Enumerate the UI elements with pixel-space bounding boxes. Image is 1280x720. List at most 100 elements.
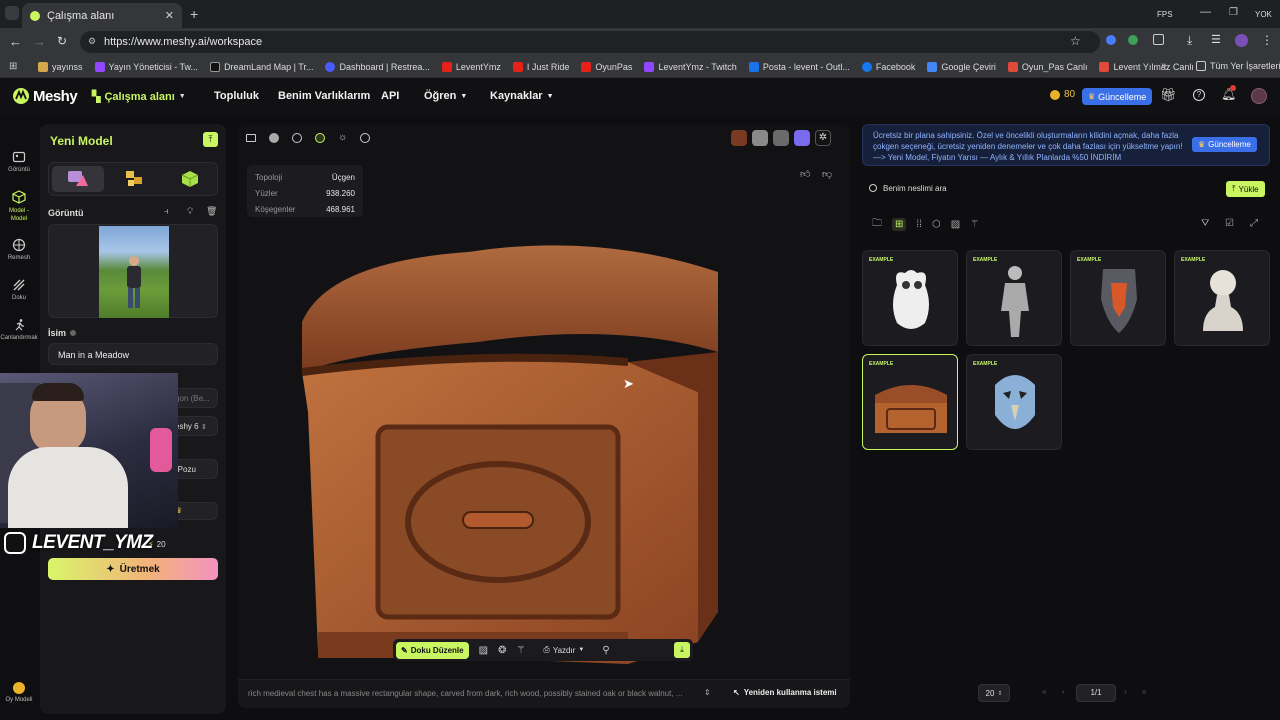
extension-icon[interactable] — [1128, 35, 1138, 45]
back-icon[interactable]: ← — [9, 34, 22, 49]
print-button[interactable]: ⎙ Yazdır ▼ — [543, 645, 584, 655]
download-icon[interactable]: ⤓ — [1187, 33, 1192, 48]
rig-icon[interactable]: ⚚ — [516, 645, 525, 656]
swatch-wood[interactable] — [731, 130, 747, 146]
nav-workspace[interactable]: ▚ Çalışma alanı ▼ — [92, 90, 186, 104]
nav-community[interactable]: Topluluk — [214, 90, 259, 102]
bookmark-item[interactable]: Facebook — [861, 61, 915, 72]
swatch-noise[interactable] — [773, 130, 789, 146]
address-bar[interactable]: ⚙ https://www.meshy.ai/workspace ☆ — [80, 31, 1100, 53]
rail-item-vote[interactable]: Oy Modeli — [0, 682, 38, 703]
page-size-select[interactable]: 20 ⇕ — [978, 684, 1010, 702]
info-icon[interactable] — [70, 330, 77, 336]
thumbs-up-icon[interactable]: 👍︎ — [800, 168, 810, 180]
cube-filter-icon[interactable]: ⬡ — [932, 219, 941, 230]
monitor-icon[interactable] — [246, 133, 256, 142]
thumbs-down-icon[interactable]: 👎︎ — [822, 168, 832, 180]
banner-upgrade-button[interactable]: ♛ Güncelleme — [1192, 137, 1257, 152]
reuse-prompt-button[interactable]: ↖ Yeniden kullanma istemi — [733, 688, 837, 697]
bookmark-item[interactable]: LeventYmz - Twitch — [644, 61, 737, 72]
texture-shading-icon[interactable] — [315, 132, 325, 143]
bookmark-item[interactable]: DreamLand Map | Tr... — [210, 61, 313, 72]
model-card-shield[interactable]: EXAMPLE — [1070, 250, 1166, 346]
upgrade-button[interactable]: ♛ Güncelleme — [1082, 88, 1153, 105]
gift-icon[interactable]: 🎁︎ — [1160, 87, 1177, 103]
upload-button[interactable]: ⤒ Yükle — [1226, 181, 1265, 197]
model-card-mask[interactable]: EXAMPLE — [966, 354, 1062, 450]
help-icon[interactable]: ? — [1193, 89, 1205, 101]
grid-small-icon[interactable]: ⁞⁞ — [916, 219, 922, 230]
bookmark-item[interactable]: LeventYmz — [441, 61, 501, 72]
nav-api[interactable]: API — [381, 90, 399, 102]
align-icon[interactable]: ⫞ — [164, 206, 169, 217]
nav-resources[interactable]: Kaynaklar ▼ — [490, 90, 554, 102]
texture-filter-icon[interactable]: ▨ — [951, 219, 960, 230]
select-icon[interactable]: ☑ — [1225, 218, 1234, 229]
prev-page-icon[interactable]: ‹ — [1062, 687, 1065, 696]
bookmark-item[interactable]: Yayın Yöneticisi - Tw... — [94, 61, 198, 72]
bookmark-item[interactable]: I Just Ride — [512, 61, 569, 72]
model-card-warrior[interactable]: EXAMPLE — [966, 250, 1062, 346]
model-card-bust[interactable]: EXAMPLE — [1174, 250, 1270, 346]
first-page-icon[interactable]: « — [1042, 687, 1046, 696]
environment-icon[interactable] — [360, 132, 371, 143]
site-info-icon[interactable]: ⚙ — [88, 36, 96, 47]
more-bookmarks-icon[interactable]: » — [1161, 60, 1167, 71]
chevron-updown-icon[interactable]: ⇕ — [704, 688, 711, 697]
bulb-icon[interactable]: 💡︎ — [187, 206, 193, 217]
bookmark-item[interactable]: Posta - levent - Outl... — [748, 61, 850, 72]
model-card-chest[interactable]: EXAMPLE — [862, 354, 958, 450]
swatch-purple[interactable] — [794, 130, 810, 146]
tab-list-button[interactable] — [5, 6, 19, 20]
clay-shading-icon[interactable] — [292, 132, 302, 143]
meshy-logo[interactable]: Meshy — [12, 87, 78, 105]
all-bookmarks[interactable]: Tüm Yer İşaretleri — [1194, 61, 1280, 71]
extensions-icon[interactable] — [1153, 34, 1164, 45]
light-icon[interactable]: ☼ — [338, 132, 347, 143]
reload-icon[interactable]: ↻ — [57, 34, 67, 48]
rail-item-texture[interactable]: Doku — [0, 278, 38, 301]
rail-item-model[interactable]: Model - Model — [0, 190, 38, 223]
texture-icon[interactable]: ▨ — [479, 645, 488, 656]
folder-icon[interactable]: 🗀︎ — [872, 216, 882, 233]
animate-filter-icon[interactable]: ⚚ — [970, 219, 979, 230]
nav-my-assets[interactable]: Benim Varlıklarım — [278, 90, 370, 102]
bookmark-item[interactable]: OyunPas — [581, 61, 632, 72]
rail-item-animate[interactable]: Canlandırmak — [0, 318, 38, 341]
apps-grid-icon[interactable]: ⊞ — [9, 61, 17, 72]
mode-tab-image[interactable] — [52, 166, 104, 192]
image-dropzone[interactable] — [48, 224, 218, 318]
browser-tab[interactable]: Çalışma alanı ✕ — [22, 3, 182, 28]
remesh-icon[interactable]: ❂ — [498, 645, 506, 656]
next-page-icon[interactable]: › — [1124, 687, 1127, 696]
delete-icon[interactable]: 🗑︎ — [206, 206, 217, 217]
solid-shading-icon[interactable] — [269, 132, 279, 143]
star-icon[interactable]: ☆ — [1070, 34, 1081, 48]
mode-tab-multi[interactable] — [109, 166, 161, 192]
browser-menu-icon[interactable]: ⋮ — [1261, 33, 1273, 47]
rail-item-image[interactable]: Görüntü — [0, 150, 38, 173]
animate-icon[interactable]: ⚲ — [602, 645, 609, 656]
minimize-icon[interactable]: — — [1200, 6, 1211, 18]
search-box[interactable]: Benim neslimi ara — [862, 178, 1062, 198]
close-tab-icon[interactable]: ✕ — [165, 9, 174, 22]
import-button[interactable]: ⤒ — [203, 132, 218, 147]
settings-icon[interactable]: ✲ — [815, 130, 831, 146]
bookmark-item[interactable]: Levent Yılmaz Canlı — [1099, 61, 1194, 72]
user-avatar[interactable] — [1251, 88, 1267, 104]
reading-list-icon[interactable]: ☰ — [1211, 33, 1221, 46]
forward-icon[interactable]: → — [33, 34, 46, 49]
rail-item-remesh[interactable]: Remesh — [0, 238, 38, 261]
model-viewport[interactable]: ☼ ✲ Topoloji Üçgen Yüzler 938.260 Köşegenl… — [238, 124, 850, 708]
grid-large-icon[interactable]: ⊞ — [892, 218, 907, 231]
credits-badge[interactable]: 80 — [1050, 89, 1075, 100]
swatch-gray[interactable] — [752, 130, 768, 146]
expand-icon[interactable]: ⤢ — [1250, 218, 1258, 229]
mode-tab-text[interactable] — [164, 166, 216, 192]
restore-icon[interactable]: ❐ — [1229, 7, 1238, 18]
extension-icon[interactable] — [1106, 35, 1116, 45]
generate-button[interactable]: ✦ Üretmek — [48, 558, 218, 580]
bookmark-item[interactable]: Google Çeviri — [927, 61, 996, 72]
bookmark-item[interactable]: Dashboard | Restrea... — [325, 61, 430, 72]
new-tab-icon[interactable]: + — [190, 6, 198, 22]
